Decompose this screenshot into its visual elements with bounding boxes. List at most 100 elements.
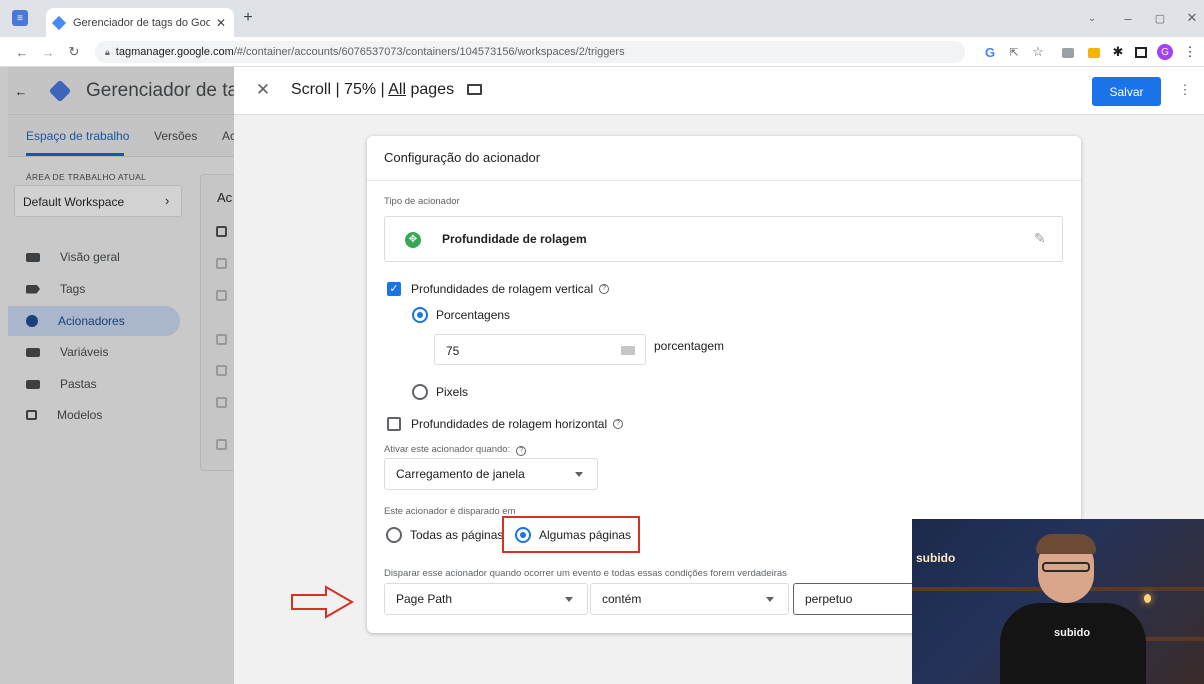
nav-item-overview[interactable]: Visão geral [26,250,120,264]
condition-operator-select[interactable]: contém [590,583,789,615]
workspace-selector[interactable]: Default Workspace › [14,185,182,217]
help-icon[interactable]: ? [599,284,610,294]
left-gutter [0,67,8,684]
trigger-name[interactable]: Scroll | 75% | All pages [291,81,482,99]
extension-icon[interactable] [1088,48,1100,58]
minimize-icon[interactable]: – [1120,10,1136,26]
reload-icon[interactable]: ↻ [66,44,82,60]
address-bar: ← → ↻ 🔒︎ tagmanager.google.com /#/contai… [0,37,1204,67]
some-pages-radio[interactable] [515,527,531,543]
tab-workspace-underline [26,153,124,156]
card-title: Configuração do acionador [384,150,541,165]
vertical-depth-checkbox[interactable]: ✓ [387,282,401,296]
tab-admin[interactable]: Ac [222,129,234,143]
nav-item-templates[interactable]: Modelos [26,408,102,422]
variables-icon [26,347,40,357]
condition-variable-select[interactable]: Page Path [384,583,588,615]
gtm-logo-icon [48,79,72,103]
row-checkbox[interactable] [216,290,227,301]
enable-when-value: Carregamento de janela [396,467,525,481]
app-back-icon[interactable]: ← [14,83,28,99]
url-field[interactable]: 🔒︎ tagmanager.google.com /#/container/ac… [95,41,965,63]
browser-menu-icon[interactable]: ⋮ [1184,44,1197,60]
dropdown-caret-icon [565,597,573,602]
all-pages-label: Todas as páginas [410,528,504,542]
forward-icon[interactable]: → [40,44,56,60]
tab-close-icon[interactable]: ✕ [216,16,226,30]
tab-list-icon[interactable]: ⌄ [1084,10,1100,26]
browser-tab[interactable]: Gerenciador de tags do Google ✕ [46,8,234,37]
horizontal-depth-row[interactable]: Profundidades de rolagem horizontal ? [387,417,624,431]
trigger-type-selector[interactable]: ✥ Profundidade de rolagem ✎ [384,216,1063,262]
app-tabs: Espaço de trabalho Versões Ac [8,115,234,157]
tab-search-icon[interactable]: ≡ [12,10,28,26]
google-icon[interactable]: G [982,44,998,60]
back-icon[interactable]: ← [14,44,30,60]
percent-unit: porcentagem [654,339,725,353]
percentages-row[interactable]: Porcentagens [412,307,510,323]
percent-input[interactable]: 75 [434,334,646,365]
row-checkbox[interactable] [216,365,227,376]
app-header: ← Gerenciador de tags [8,67,234,115]
help-icon[interactable]: ? [613,419,624,429]
browser-tabbar: ≡ Gerenciador de tags do Google ✕ + ⌄ – … [0,0,1204,37]
percentages-radio[interactable] [412,307,428,323]
new-tab-icon[interactable]: + [240,9,256,26]
horizontal-depth-checkbox[interactable] [387,417,401,431]
pixels-radio[interactable] [412,384,428,400]
nav-label: Acionadores [58,314,125,328]
extension-icon[interactable] [1062,48,1074,58]
lock-icon: 🔒︎ [105,46,110,57]
all-pages-row[interactable]: Todas as páginas [386,527,503,543]
save-button[interactable]: Salvar [1092,77,1161,106]
pixels-label: Pixels [436,385,469,399]
condition-value-text: perpetuo [805,592,853,606]
select-all-checkbox[interactable] [216,226,227,237]
gtm-favicon-icon [51,15,67,30]
nav-item-folders[interactable]: Pastas [26,377,97,391]
horizontal-depth-label: Profundidades de rolagem horizontal [411,417,608,431]
extensions-puzzle-icon[interactable]: ✱ [1110,44,1126,60]
pixels-row[interactable]: Pixels [412,384,468,400]
more-options-icon[interactable]: ⋮ [1178,81,1192,99]
close-icon[interactable]: ✕ [254,80,272,99]
row-checkbox[interactable] [216,439,227,450]
nav-item-tags[interactable]: Tags [26,282,85,296]
nav-item-triggers[interactable]: Acionadores [26,314,125,328]
workspace-label: ÁREA DE TRABALHO ATUAL [26,172,147,182]
row-checkbox[interactable] [216,258,227,269]
variable-picker-icon[interactable] [621,346,635,355]
template-icon [26,410,37,420]
share-icon[interactable]: ⇱ [1006,44,1022,60]
window-close-icon[interactable]: ✕ [1184,10,1200,26]
dropdown-caret-icon [766,597,774,602]
vertical-depth-row[interactable]: ✓ Profundidades de rolagem vertical ? [387,282,610,296]
url-path: /#/container/accounts/6076537073/contain… [233,46,625,58]
tab-workspace[interactable]: Espaço de trabalho [26,129,129,143]
nav-item-variables[interactable]: Variáveis [26,345,108,359]
trigger-icon [26,315,38,327]
editor-header: ✕ Scroll | 75% | All pages Salvar ⋮ [234,67,1204,115]
profile-avatar[interactable]: G [1157,44,1173,60]
row-checkbox[interactable] [216,397,227,408]
folder-icon[interactable] [466,84,482,95]
edit-pencil-icon[interactable]: ✎ [1034,230,1046,247]
help-icon[interactable]: ? [516,446,527,456]
row-checkbox[interactable] [216,334,227,345]
card-divider [367,180,1081,181]
dropdown-caret-icon [575,472,583,477]
bookmark-star-icon[interactable]: ☆ [1030,44,1046,60]
enable-when-select[interactable]: Carregamento de janela [384,458,598,490]
side-panel-icon[interactable] [1135,47,1147,58]
enable-when-text: Ativar este acionador quando: [384,444,511,455]
folder-icon [26,379,40,389]
enable-when-label: Ativar este acionador quando:? [384,444,527,456]
all-pages-radio[interactable] [386,527,402,543]
condition-label: Disparar esse acionador quando ocorrer u… [384,568,787,579]
some-pages-row[interactable]: Algumas páginas [515,527,631,543]
tab-versions[interactable]: Versões [154,129,197,143]
condition-operator-value: contém [602,592,642,606]
percentages-label: Porcentagens [436,308,511,322]
maximize-icon[interactable]: ▢ [1152,10,1168,26]
list-header: Ac [217,190,233,205]
